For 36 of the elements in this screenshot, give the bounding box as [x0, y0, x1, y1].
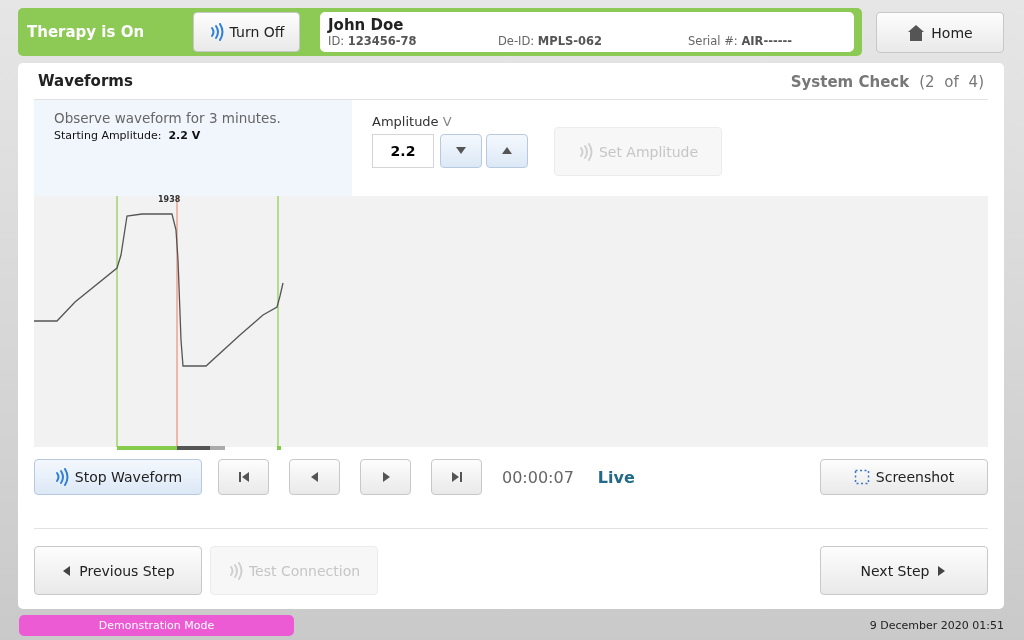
skip-triangle-right-icon [450, 471, 463, 483]
screenshot-button[interactable]: Screenshot [820, 459, 988, 495]
previous-step-button[interactable]: Previous Step [34, 546, 202, 595]
skip-forward-button[interactable] [431, 459, 482, 495]
elapsed-time: 00:00:07 [502, 467, 574, 487]
amplitude-label: Amplitude V [372, 114, 453, 129]
amplitude-field[interactable]: 2.2 [372, 134, 434, 168]
instruction-text: Observe waveform for 3 minutes. [54, 110, 282, 126]
wave-icon [208, 23, 224, 41]
therapy-status: Therapy is On [27, 23, 146, 41]
skip-back-button[interactable] [218, 459, 269, 495]
patient-name: John Doe [328, 16, 405, 34]
turn-off-button[interactable]: Turn Off [193, 12, 300, 52]
panel-title: Waveforms [38, 72, 133, 90]
triangle-up-icon [501, 145, 513, 157]
wave-icon [577, 142, 593, 161]
decrease-button[interactable] [440, 134, 482, 168]
wave-icon [227, 561, 243, 580]
patient-deid: De-ID: MPLS-062 [498, 34, 604, 48]
next-step-button[interactable]: Next Step [820, 546, 988, 595]
selection-icon [853, 469, 870, 485]
live-label: Live [597, 467, 635, 487]
demonstration-mode-badge: Demonstration Mode [19, 614, 294, 636]
marker-label: 1938 [158, 195, 181, 204]
date-time: 9 December 2020 01:51 [869, 618, 1004, 632]
home-button[interactable]: Home [876, 12, 1004, 53]
starting-amplitude: Starting Amplitude: 2.2 V [54, 129, 202, 142]
patient-id: ID: 123456-78 [328, 34, 418, 48]
increase-button[interactable] [486, 134, 528, 168]
step-title: System Check [790, 72, 910, 91]
stop-waveform-button[interactable]: Stop Waveform [34, 459, 202, 495]
skip-triangle-left-icon [237, 471, 250, 483]
serial-number: Serial #: AIR------ [688, 34, 794, 48]
step-count: (2 of 4) [919, 72, 984, 91]
wave-icon [53, 468, 69, 486]
home-icon [907, 23, 926, 42]
